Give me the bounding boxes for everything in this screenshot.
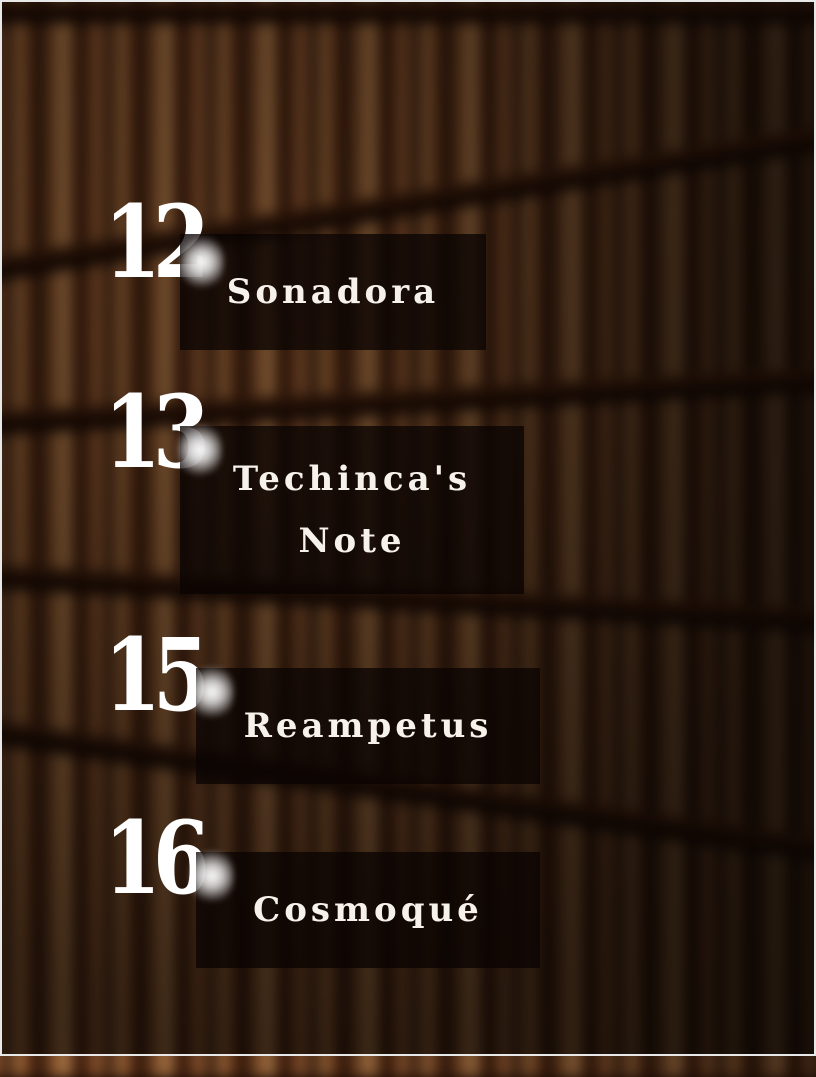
entry-title: Sonadora	[226, 272, 440, 312]
entry-title-line-1: Techinca's	[232, 459, 472, 499]
highlight-glow	[190, 662, 234, 722]
entry-title: Cosmoqué	[253, 890, 483, 930]
entry-title-box: Sonadora	[180, 234, 486, 350]
entry-number: 15	[104, 616, 210, 734]
entry-title-box: Cosmoqué	[196, 852, 540, 968]
highlight-glow	[180, 232, 224, 292]
entry-title-box: Reampetus	[196, 668, 540, 784]
entry-title-box: Techinca's Note	[180, 426, 524, 594]
entry-title-line-2: Note	[298, 521, 406, 561]
entry-number: 16	[104, 799, 210, 917]
highlight-glow	[190, 846, 234, 906]
entry-title: Reampetus	[243, 706, 493, 746]
highlight-glow	[178, 420, 222, 480]
